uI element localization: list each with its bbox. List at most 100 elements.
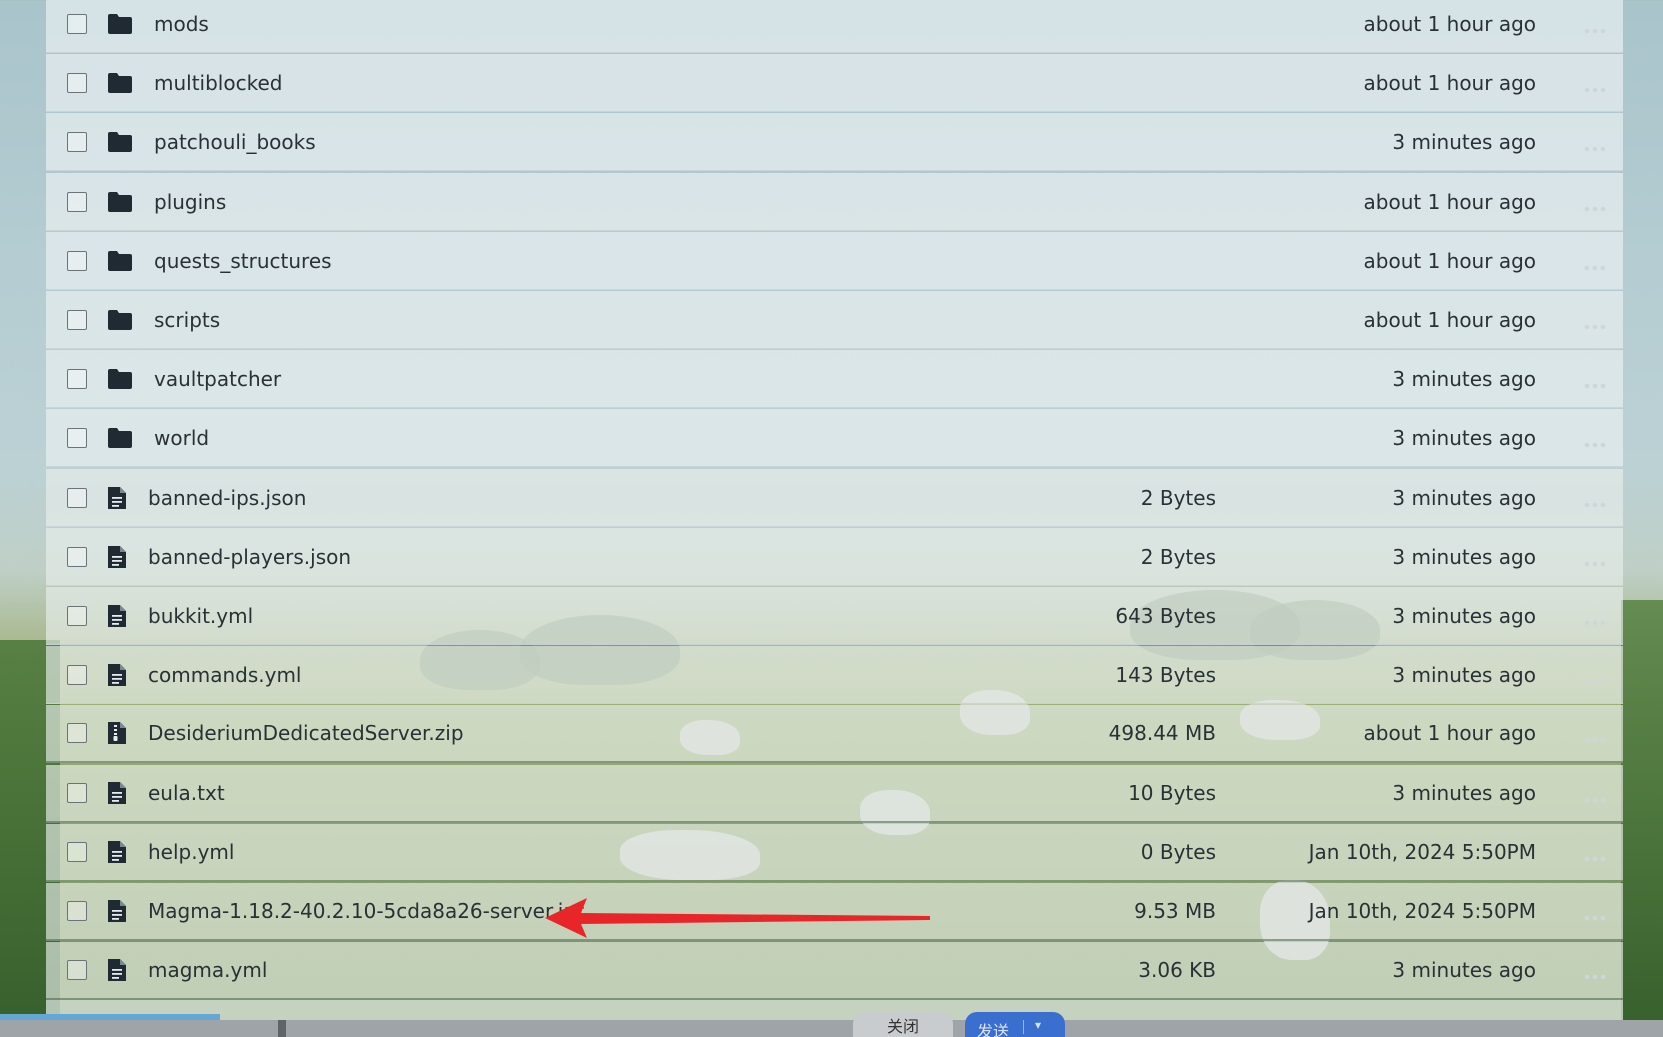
file-icon [106, 840, 128, 864]
file-name[interactable]: vaultpatcher [154, 367, 281, 391]
file-name[interactable]: patchouli_books [154, 130, 316, 154]
folder-icon [107, 368, 133, 390]
list-item[interactable]: quests_structures about 1 hour ago [46, 232, 1623, 290]
list-item[interactable]: vaultpatcher 3 minutes ago [46, 350, 1623, 408]
more-options-icon[interactable] [1583, 434, 1607, 447]
folder-icon [107, 250, 133, 272]
list-item[interactable]: help.yml 0 Bytes Jan 10th, 2024 5:50PM [46, 824, 1623, 882]
row-checkbox[interactable] [67, 191, 87, 212]
row-checkbox[interactable] [67, 250, 87, 271]
file-size: 10 Bytes [1128, 781, 1216, 805]
modified-time: about 1 hour ago [1363, 11, 1537, 36]
file-icon [106, 781, 128, 805]
bottom-bar [0, 1020, 1663, 1037]
send-button-label: 发送 [977, 1022, 1010, 1037]
list-item[interactable]: plugins about 1 hour ago [46, 173, 1623, 231]
row-checkbox[interactable] [67, 487, 87, 508]
modified-time: about 1 hour ago [1363, 248, 1537, 273]
file-name[interactable]: multiblocked [154, 71, 282, 95]
list-item[interactable]: DesideriumDedicatedServer.zip 498.44 MB ab… [46, 705, 1623, 763]
red-arrow-annotation [545, 898, 930, 938]
more-options-icon[interactable] [1583, 966, 1607, 980]
file-list: mods about 1 hour ago multiblocked about 1 … [46, 0, 1623, 1020]
file-name[interactable]: commands.yml [148, 663, 301, 687]
row-checkbox[interactable] [67, 783, 87, 803]
file-name[interactable]: mods [154, 12, 209, 36]
file-name[interactable]: DesideriumDedicatedServer.zip [148, 721, 464, 745]
more-options-icon[interactable] [1583, 494, 1607, 507]
file-size: 3.06 KB [1138, 958, 1216, 982]
file-size: 498.44 MB [1108, 721, 1216, 745]
more-options-icon[interactable] [1583, 671, 1607, 684]
more-options-icon[interactable] [1583, 198, 1607, 211]
chevron-down-icon[interactable]: ▾ [1035, 1018, 1041, 1032]
row-checkbox[interactable] [67, 723, 87, 743]
more-options-icon[interactable] [1583, 848, 1607, 862]
row-checkbox[interactable] [67, 842, 87, 862]
list-item[interactable]: banned-ips.json 2 Bytes 3 minutes ago [46, 469, 1623, 527]
modified-time: Jan 10th, 2024 5:50PM [1308, 899, 1536, 923]
modified-time: about 1 hour ago [1363, 70, 1537, 95]
file-icon [106, 899, 128, 923]
more-options-icon[interactable] [1583, 257, 1607, 270]
more-options-icon[interactable] [1583, 79, 1607, 92]
modified-time: 3 minutes ago [1392, 425, 1536, 450]
archive-file-icon [106, 721, 128, 745]
row-checkbox[interactable] [67, 427, 87, 448]
file-name[interactable]: banned-ips.json [148, 486, 306, 510]
folder-icon [107, 72, 133, 94]
file-name[interactable]: help.yml [148, 840, 234, 864]
row-checkbox[interactable] [67, 131, 87, 152]
bottom-bar-divider [278, 1020, 286, 1037]
more-options-icon[interactable] [1583, 789, 1607, 803]
more-options-icon[interactable] [1583, 316, 1607, 329]
file-name[interactable]: quests_structures [154, 249, 332, 273]
list-item[interactable]: commands.yml 143 Bytes 3 minutes ago [46, 646, 1623, 704]
more-options-icon[interactable] [1583, 20, 1607, 33]
modified-time: 3 minutes ago [1392, 366, 1536, 391]
row-checkbox[interactable] [67, 901, 87, 921]
file-name[interactable]: eula.txt [148, 781, 225, 805]
modified-time: about 1 hour ago [1363, 307, 1537, 332]
list-item[interactable]: patchouli_books 3 minutes ago [46, 113, 1623, 171]
file-icon [106, 486, 128, 510]
file-name[interactable]: magma.yml [148, 958, 267, 982]
list-item[interactable]: multiblocked about 1 hour ago [46, 54, 1623, 112]
folder-icon [107, 191, 133, 213]
file-size: 2 Bytes [1140, 485, 1216, 510]
list-item[interactable]: banned-players.json 2 Bytes 3 minutes ago [46, 528, 1623, 586]
row-checkbox[interactable] [67, 546, 87, 567]
list-item[interactable]: bukkit.yml 643 Bytes 3 minutes ago [46, 587, 1623, 645]
list-item[interactable]: magma.yml 3.06 KB 3 minutes ago [46, 942, 1623, 1000]
file-name[interactable]: bukkit.yml [148, 604, 253, 628]
row-checkbox[interactable] [67, 960, 87, 980]
row-checkbox[interactable] [67, 72, 87, 93]
modified-time: about 1 hour ago [1363, 189, 1537, 214]
more-options-icon[interactable] [1583, 907, 1607, 921]
more-options-icon[interactable] [1583, 138, 1607, 151]
close-button[interactable]: 关闭 [853, 1012, 953, 1037]
row-checkbox[interactable] [67, 368, 87, 389]
row-checkbox[interactable] [67, 605, 87, 626]
more-options-icon[interactable] [1583, 553, 1607, 566]
more-options-icon[interactable] [1583, 375, 1607, 388]
file-name[interactable]: scripts [154, 308, 220, 332]
send-button-divider [1023, 1020, 1024, 1034]
folder-icon [107, 309, 133, 331]
row-checkbox[interactable] [67, 664, 87, 685]
send-button[interactable]: 发送 ▾ [965, 1012, 1065, 1037]
row-checkbox[interactable] [67, 309, 87, 330]
list-item[interactable]: world 3 minutes ago [46, 409, 1623, 467]
more-options-icon[interactable] [1583, 729, 1607, 743]
list-item[interactable]: eula.txt 10 Bytes 3 minutes ago [46, 765, 1623, 823]
file-icon [106, 958, 128, 982]
list-item[interactable]: scripts about 1 hour ago [46, 291, 1623, 349]
file-name[interactable]: plugins [154, 190, 226, 214]
list-item[interactable]: mods about 1 hour ago [46, 0, 1623, 53]
row-checkbox[interactable] [67, 13, 87, 34]
file-name[interactable]: banned-players.json [148, 545, 351, 569]
more-options-icon[interactable] [1583, 612, 1607, 625]
modified-time: about 1 hour ago [1363, 721, 1537, 745]
file-name[interactable]: world [154, 426, 209, 450]
file-name[interactable]: Magma-1.18.2-40.2.10-5cda8a26-server.jar [148, 899, 584, 923]
